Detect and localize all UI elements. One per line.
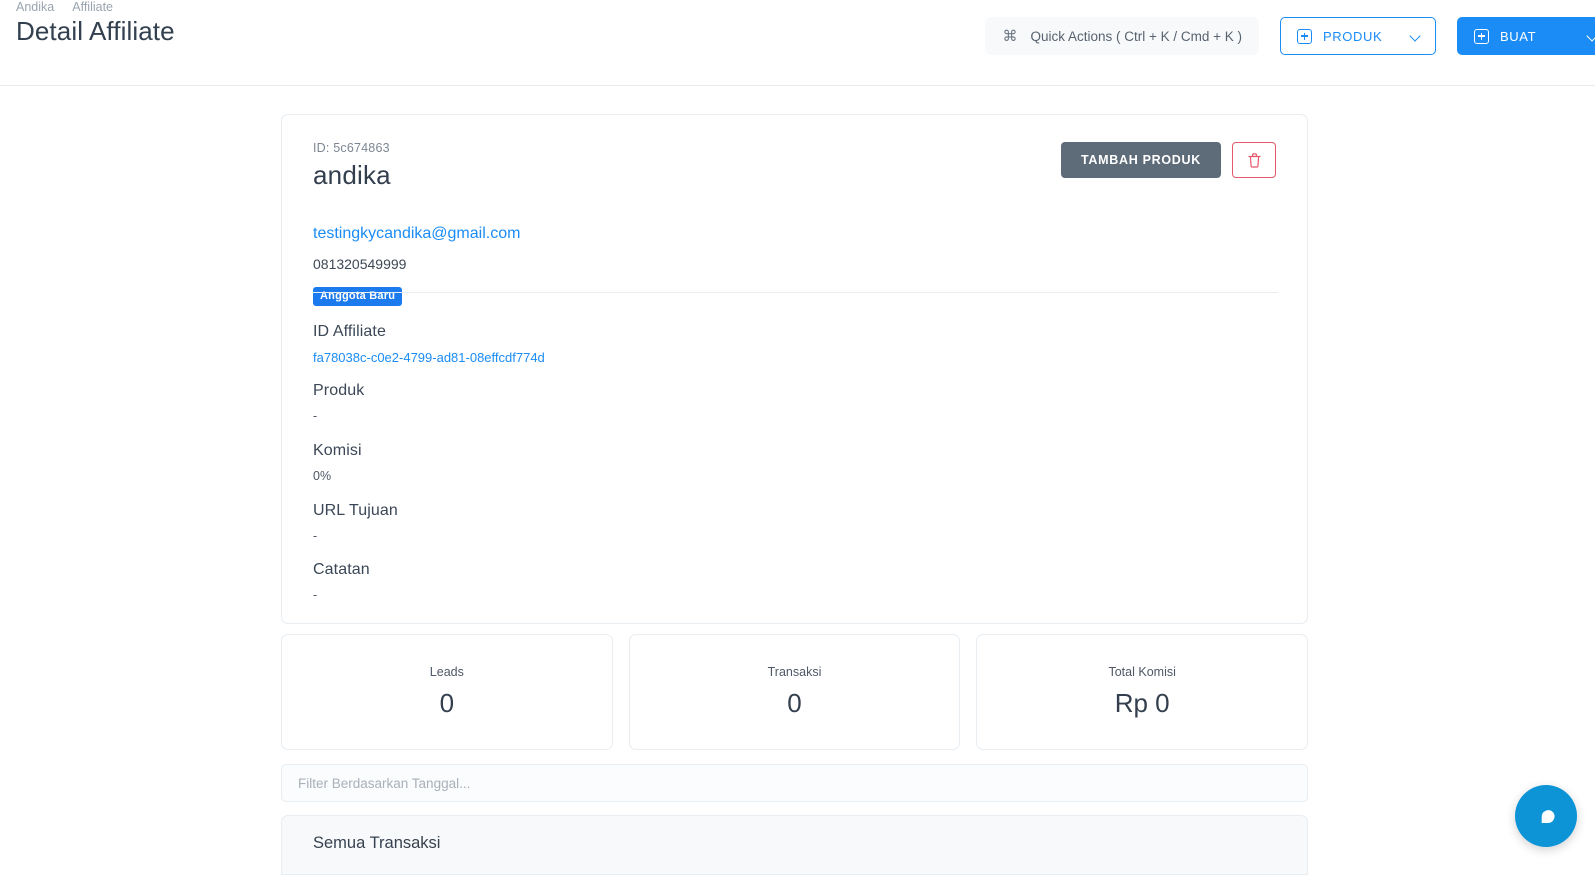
chevron-down-icon [1588,31,1595,41]
affiliate-phone: 081320549999 [313,256,407,272]
transactions-title: Semua Transaksi [313,834,441,852]
affiliate-name: andika [313,160,391,190]
field-value-komisi: 0% [313,469,332,483]
stat-card-total-komisi: Total Komisi Rp 0 [976,634,1309,750]
card-actions: TAMBAH PRODUK [1061,142,1276,178]
stats-row: Leads 0 Transaksi 0 Total Komisi Rp 0 [281,634,1309,750]
field-value-id-affiliate[interactable]: fa78038c-c0e2-4799-ad81-08effcdf774d [313,350,545,365]
field-produk: Produk - [313,382,364,423]
status-badge: Anggota Baru [313,287,403,306]
quick-actions-button[interactable]: ⌘ Quick Actions ( Ctrl + K / Cmd + K ) [985,17,1259,55]
affiliate-detail-card: ID: 5c674863 andika testingkycandika@gma… [281,114,1308,624]
field-komisi: Komisi 0% [313,442,362,483]
produk-dropdown-button[interactable]: PRODUK [1280,17,1436,55]
field-value-catatan: - [313,588,318,602]
delete-button[interactable] [1232,142,1276,178]
breadcrumb-item-andika[interactable]: Andika [16,0,54,14]
field-id-affiliate: ID Affiliate fa78038c-c0e2-4799-ad81-08e… [313,323,545,365]
buat-dropdown-button[interactable]: BUAT [1457,17,1595,55]
field-url-tujuan: URL Tujuan - [313,502,398,543]
field-label: Produk [313,382,365,399]
produk-button-label: PRODUK [1323,28,1383,44]
stat-value: 0 [439,688,455,718]
field-label: URL Tujuan [313,502,398,519]
breadcrumb-item-affiliate[interactable]: Affiliate [72,0,113,14]
stat-label: Transaksi [767,665,822,679]
transactions-panel: Semua Transaksi [281,815,1308,875]
main-content: ID: 5c674863 andika testingkycandika@gma… [0,86,1595,875]
page-title: Detail Affiliate [16,16,175,46]
stat-card-leads: Leads 0 [281,634,613,750]
field-label: Catatan [313,561,370,578]
field-value-produk: - [313,409,318,423]
buat-button-label: BUAT [1500,28,1537,44]
affiliate-id: ID: 5c674863 [313,141,390,155]
chat-widget-button[interactable] [1515,785,1577,847]
trash-icon [1247,152,1261,168]
field-label: Komisi [313,442,362,459]
top-header: Andika Affiliate Detail Affiliate ⌘ Quic… [0,0,1595,86]
stat-label: Leads [429,665,464,679]
tambah-produk-button[interactable]: TAMBAH PRODUK [1061,142,1221,178]
stat-value: Rp 0 [1114,688,1170,718]
date-filter-input[interactable] [281,764,1308,802]
header-actions: ⌘ Quick Actions ( Ctrl + K / Cmd + K ) P… [985,17,1595,55]
chevron-down-icon [1411,31,1421,41]
breadcrumb: Andika Affiliate [16,0,113,14]
command-key-icon: ⌘ [1002,27,1018,45]
field-catatan: Catatan - [313,561,370,602]
field-value-url-tujuan: - [313,529,318,543]
plus-square-icon [1297,28,1312,44]
affiliate-email-link[interactable]: testingkycandika@gmail.com [313,225,520,243]
quick-actions-label: Quick Actions ( Ctrl + K / Cmd + K ) [1030,28,1242,44]
plus-square-icon [1474,28,1489,44]
card-divider [313,292,1278,293]
stat-card-transaksi: Transaksi 0 [628,634,961,750]
stat-value: 0 [787,688,802,718]
chat-bubble-icon [1541,810,1555,824]
stat-label: Total Komisi [1108,665,1176,679]
field-label: ID Affiliate [313,323,386,340]
